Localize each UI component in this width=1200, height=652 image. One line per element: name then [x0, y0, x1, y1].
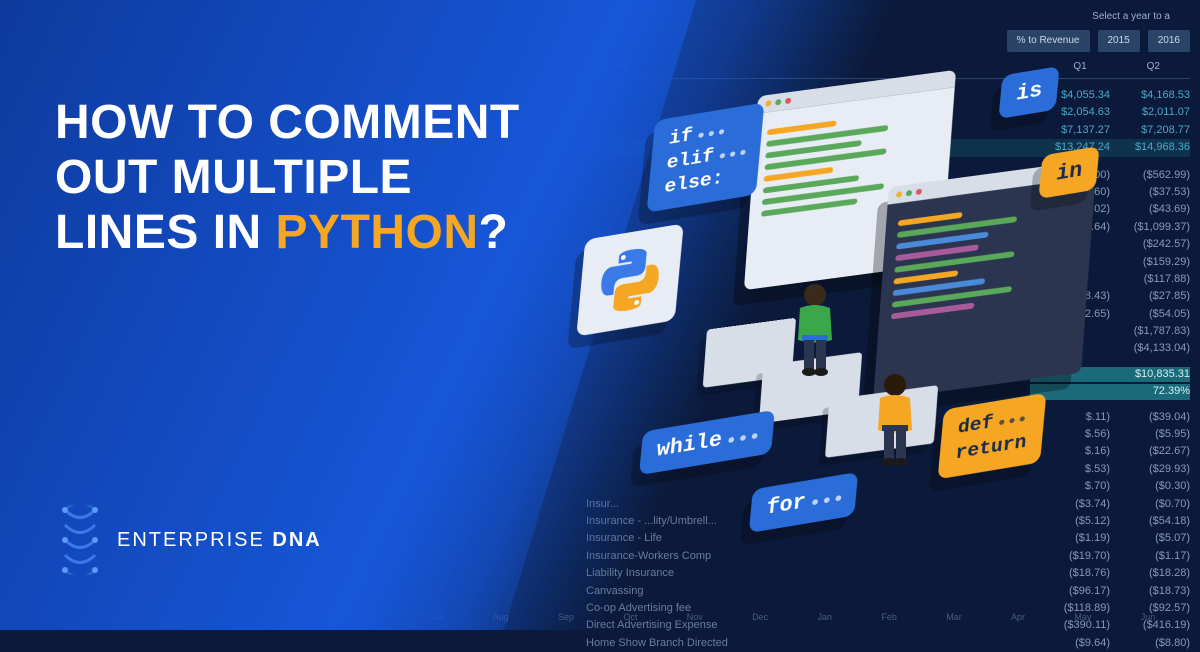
person-yellow-shirt — [860, 370, 930, 485]
enterprise-dna-logo: ENTERPRISE DNA — [55, 505, 322, 575]
title-line-1: HOW TO COMMENT — [55, 95, 520, 150]
title-accent: PYTHON — [276, 206, 479, 259]
table-row: Home Show Branch Directed($9.64)($8.80) — [586, 635, 1190, 652]
title-line-3: LINES IN PYTHON? — [55, 205, 520, 260]
title-line-2: OUT MULTIPLE — [55, 150, 520, 205]
keyword-card-for: for — [749, 472, 859, 533]
keyword-card-if-elif-else: if elif else: — [647, 102, 765, 212]
main-title: HOW TO COMMENT OUT MULTIPLE LINES IN PYT… — [55, 95, 520, 261]
person-green-shirt — [780, 280, 850, 395]
isometric-illustration: if elif else: is in — [520, 80, 1140, 560]
dna-icon — [55, 505, 105, 575]
python-logo-icon — [591, 239, 668, 321]
logo-text: ENTERPRISE DNA — [117, 529, 322, 552]
python-logo-card — [576, 223, 684, 336]
